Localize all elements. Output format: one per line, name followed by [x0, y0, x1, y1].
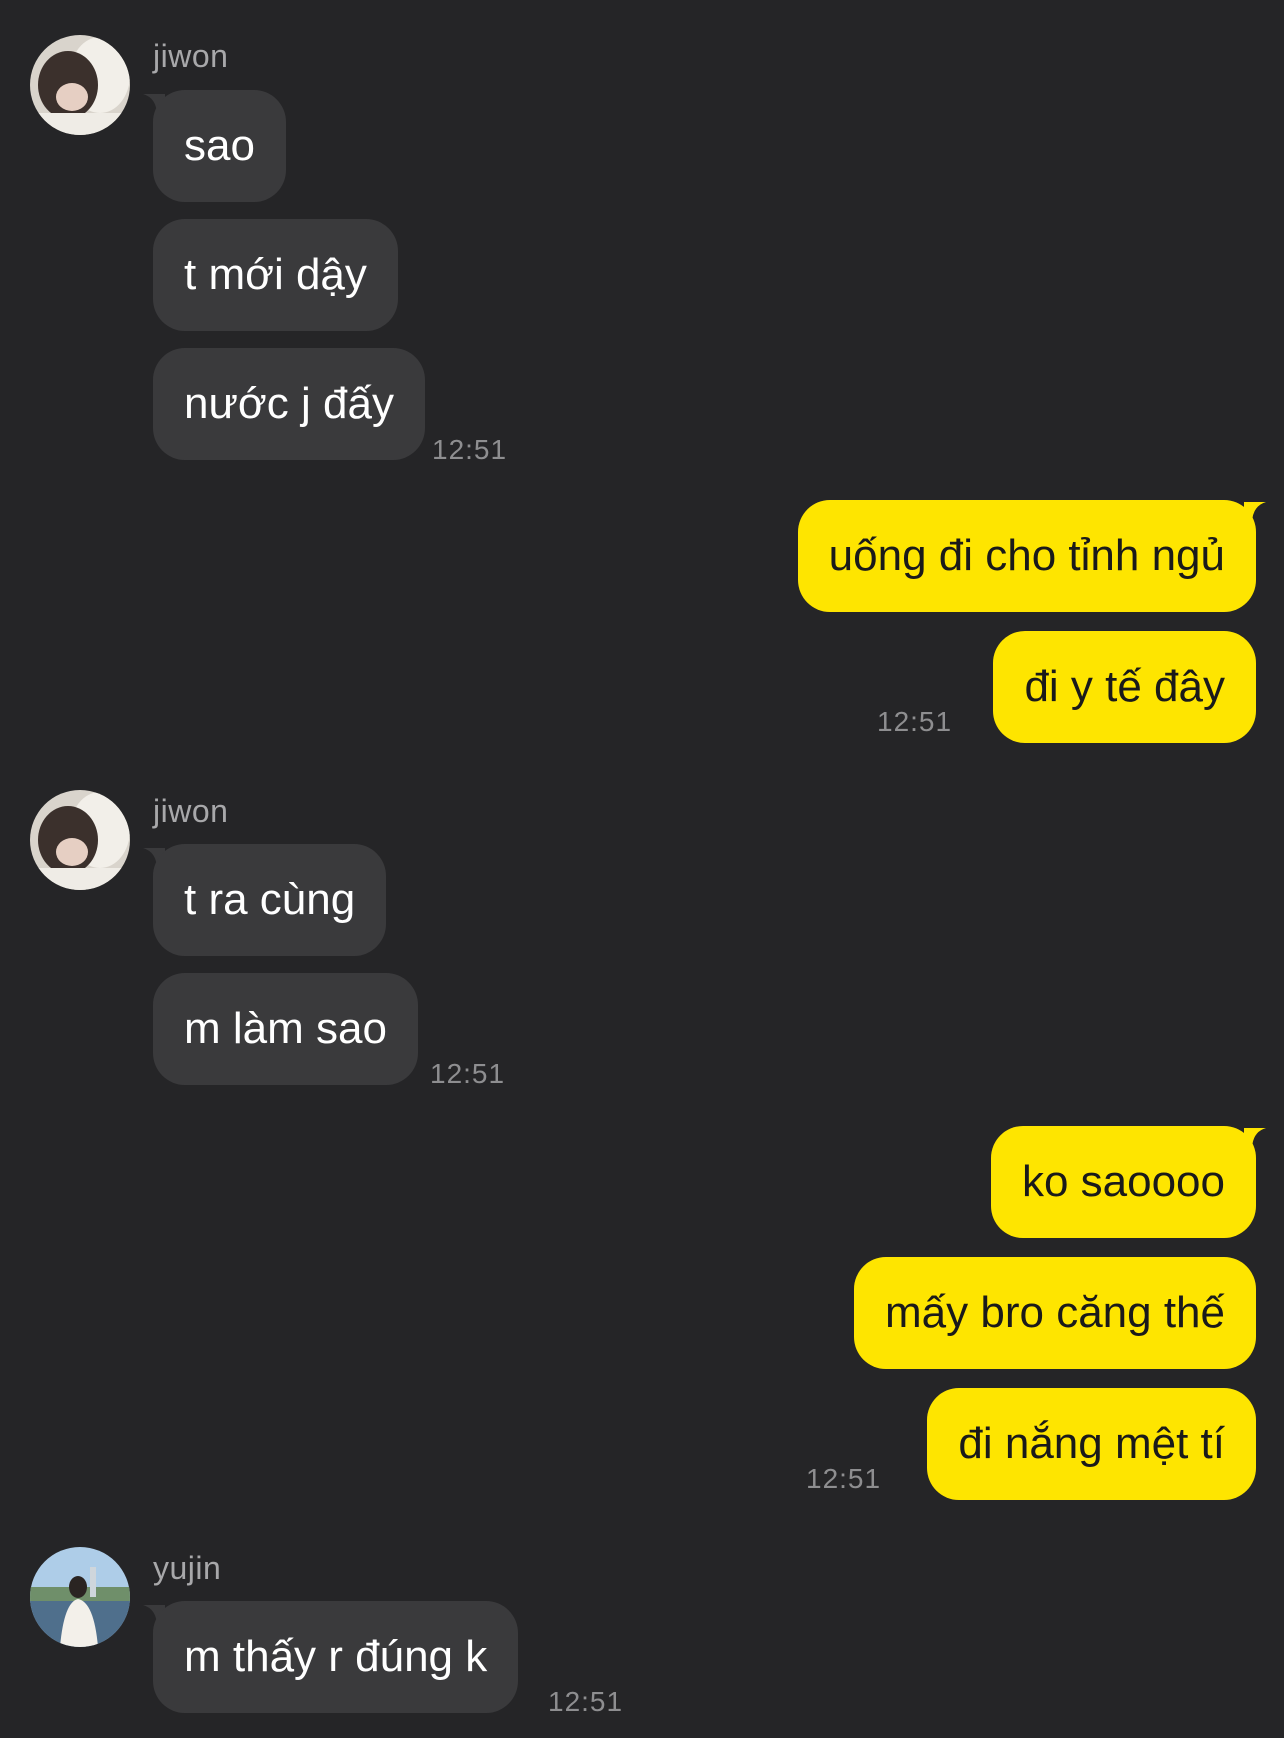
- sender-name: jiwon: [153, 793, 229, 829]
- message-bubble[interactable]: t mới dậy: [153, 219, 398, 331]
- avatar-jiwon[interactable]: [30, 35, 130, 135]
- message-bubble[interactable]: sao: [153, 90, 286, 202]
- avatar-jiwon[interactable]: [30, 790, 130, 890]
- profile-photo-icon: [30, 1547, 130, 1647]
- message-timestamp: 12:51: [430, 1058, 506, 1089]
- sender-name: yujin: [153, 1550, 222, 1586]
- chat-thread[interactable]: jiwon sao t mới dậy nước j đấy 12:51 uốn…: [0, 0, 1284, 1738]
- avatar-yujin[interactable]: [30, 1547, 130, 1647]
- profile-photo-icon: [30, 790, 130, 890]
- message-bubble[interactable]: m thấy r đúng k: [153, 1601, 519, 1713]
- message-bubble[interactable]: đi nắng mệt tí: [927, 1388, 1256, 1500]
- message-bubble[interactable]: ko saoooo: [990, 1126, 1256, 1238]
- message-bubble[interactable]: nước j đấy: [153, 348, 425, 460]
- message-bubble[interactable]: mấy bro căng thế: [854, 1257, 1256, 1369]
- message-timestamp: 12:51: [548, 1686, 624, 1717]
- sender-name: jiwon: [153, 38, 229, 74]
- message-bubble[interactable]: t ra cùng: [153, 844, 387, 956]
- message-timestamp: 12:51: [432, 434, 508, 465]
- message-timestamp: 12:51: [877, 706, 953, 737]
- message-bubble[interactable]: m làm sao: [153, 973, 418, 1085]
- message-bubble[interactable]: uống đi cho tỉnh ngủ: [797, 500, 1256, 612]
- message-timestamp: 12:51: [806, 1463, 882, 1494]
- message-bubble[interactable]: đi y tế đây: [993, 631, 1256, 743]
- profile-photo-icon: [30, 35, 130, 135]
